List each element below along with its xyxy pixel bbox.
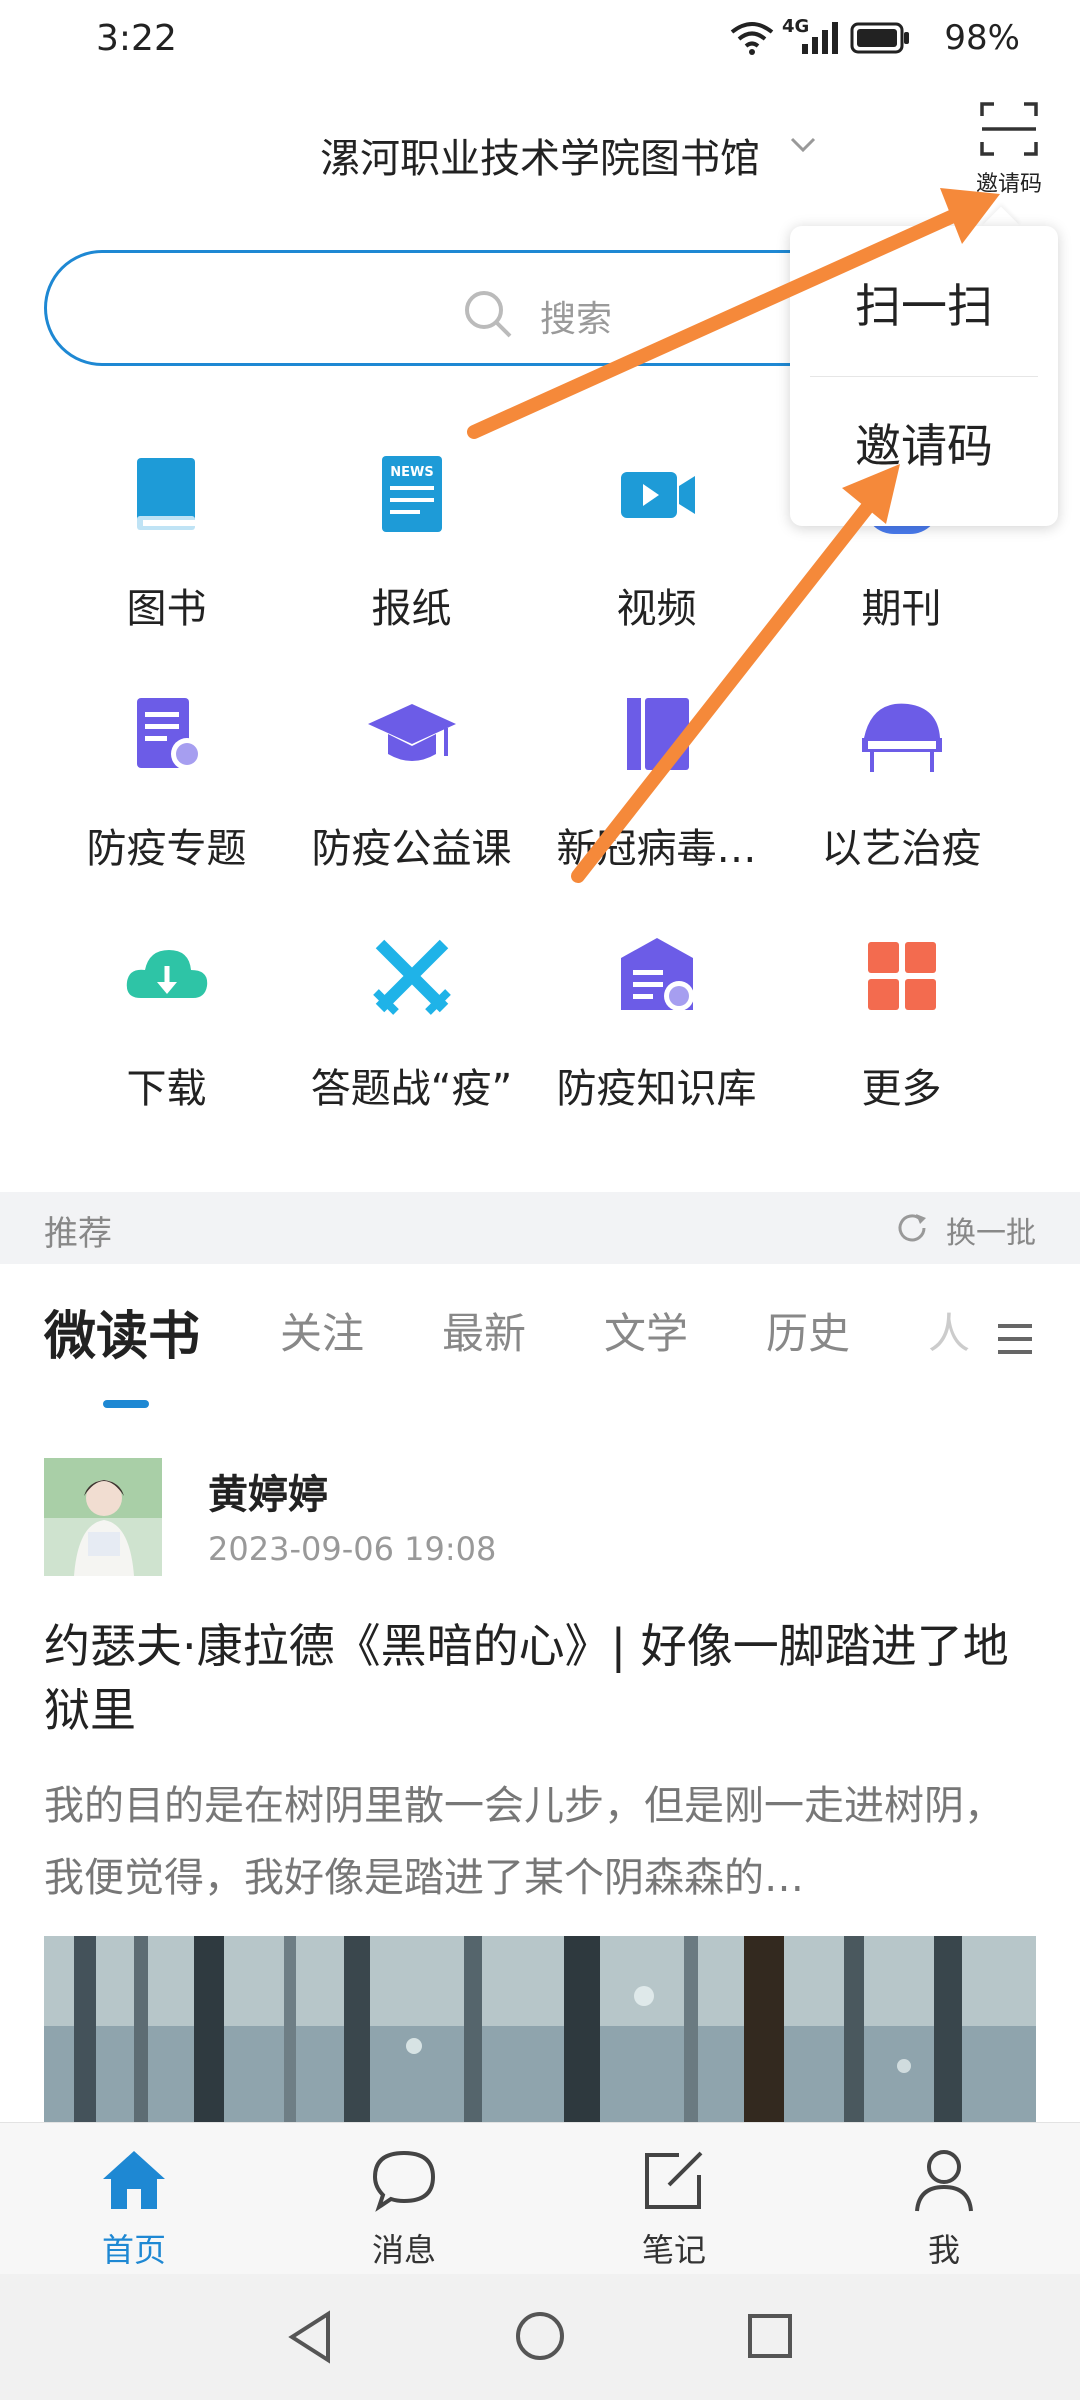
grid-item-art-fight[interactable]: 以艺治疫 (779, 686, 1024, 874)
grid-label: 期刊 (861, 586, 942, 632)
knowledge-base-icon (620, 938, 694, 1011)
piano-icon (861, 703, 942, 772)
nav-notes[interactable]: 笔记 (594, 2145, 754, 2271)
tab-literature[interactable]: 文学 (604, 1300, 688, 1361)
signal-icon (802, 22, 838, 54)
graduation-cap-icon (367, 704, 456, 761)
bottom-nav: 首页 消息 笔记 我 (0, 2122, 1080, 2275)
grid-item-covid-virus[interactable]: 新冠病毒… (534, 686, 779, 874)
search-icon (465, 291, 512, 338)
nav-label: 笔记 (641, 2231, 706, 2269)
menu-icon[interactable] (994, 1318, 1036, 1360)
battery-percent: 98% (944, 18, 1020, 58)
grid-label: 视频 (616, 586, 697, 632)
grid-item-books[interactable]: 图书 (44, 446, 289, 634)
status-bar: 3:22 4G 98% (0, 0, 1080, 80)
more-grid-icon (867, 942, 936, 1010)
category-tabs: 微读书 关注 最新 文学 历史 人 (0, 1290, 1080, 1390)
status-time: 3:22 (96, 18, 177, 59)
grid-item-more[interactable]: 更多 (779, 926, 1024, 1114)
system-nav-bar (0, 2274, 1080, 2400)
scan-button[interactable]: 邀请码 (970, 96, 1048, 197)
post-title[interactable]: 约瑟夫·康拉德《黑暗的心》| 好像一脚踏进了地狱里 (44, 1614, 1034, 1742)
post-cover-image[interactable] (44, 1936, 1036, 2122)
nav-label: 首页 (101, 2231, 166, 2269)
refresh-batch-button[interactable]: 换一批 (946, 1208, 1036, 1252)
nav-messages[interactable]: 消息 (324, 2145, 484, 2271)
recommend-bar: 推荐 换一批 (0, 1192, 1080, 1264)
post-excerpt[interactable]: 我的目的是在树阴里散一会儿步，但是刚一走进树阴，我便觉得，我好像是踏进了某个阴森… (44, 1770, 1034, 1914)
tab-follow[interactable]: 关注 (280, 1300, 364, 1361)
refresh-icon[interactable] (894, 1210, 930, 1246)
grid-label: 防疫知识库 (556, 1066, 757, 1112)
popup-menu: 扫一扫 邀请码 (790, 226, 1058, 526)
grid-item-knowledge-base[interactable]: 防疫知识库 (534, 926, 779, 1114)
recommend-title: 推荐 (44, 1214, 112, 1254)
post-time: 2023-09-06 19:08 (208, 1530, 497, 1568)
back-icon[interactable] (286, 2310, 334, 2364)
search-placeholder: 搜索 (540, 299, 613, 340)
profile-icon (915, 2150, 973, 2212)
home-icon (103, 2151, 165, 2209)
nav-home[interactable]: 首页 (54, 2145, 214, 2271)
battery-icon (850, 22, 909, 54)
nav-label: 消息 (371, 2231, 436, 2269)
grid-label: 下载 (126, 1066, 207, 1112)
epidemic-topic-icon (136, 698, 203, 770)
note-icon (645, 2151, 703, 2209)
avatar[interactable] (44, 1458, 162, 1576)
grid-label: 答题战“疫” (310, 1066, 513, 1112)
grid-item-public-course[interactable]: 防疫公益课 (289, 686, 534, 874)
active-tab-indicator (103, 1400, 149, 1408)
tab-weidushu[interactable]: 微读书 (44, 1294, 200, 1369)
scan-frame-icon (980, 102, 1038, 156)
post-author[interactable]: 黄婷婷 (208, 1462, 328, 1520)
menu-item-scan[interactable]: 扫一扫 (790, 236, 1058, 376)
cloud-download-icon (126, 950, 207, 998)
svg-text:NEWS: NEWS (390, 465, 433, 480)
tab-partial[interactable]: 人 (928, 1300, 970, 1361)
scan-button-label: 邀请码 (975, 172, 1042, 197)
grid-item-epidemic-topic[interactable]: 防疫专题 (44, 686, 289, 874)
book-icon (136, 458, 195, 530)
grid-label: 报纸 (371, 586, 452, 632)
menu-item-invite-code[interactable]: 邀请码 (790, 376, 1058, 516)
grid-label: 新冠病毒… (556, 826, 757, 872)
grid-item-download[interactable]: 下载 (44, 926, 289, 1114)
grid-label: 防疫专题 (86, 826, 247, 872)
video-icon (620, 472, 695, 518)
tab-latest[interactable]: 最新 (442, 1300, 526, 1361)
recent-apps-icon[interactable] (746, 2312, 794, 2360)
grid-label: 图书 (126, 586, 207, 632)
crossed-swords-icon (372, 939, 451, 1015)
newspaper-icon: NEWS (381, 456, 442, 532)
nav-label: 我 (927, 2231, 960, 2269)
grid-label: 更多 (861, 1066, 942, 1112)
tab-history[interactable]: 历史 (766, 1300, 850, 1361)
chevron-down-icon[interactable] (788, 130, 818, 160)
grid-label: 防疫公益课 (311, 826, 512, 872)
grid-item-newspaper[interactable]: NEWS 报纸 (289, 446, 534, 634)
grid-item-video[interactable]: 视频 (534, 446, 779, 634)
home-circle-icon[interactable] (514, 2310, 566, 2362)
virus-book-icon (626, 698, 689, 770)
feature-grid: 图书 NEWS 报纸 视频 期刊 防疫专题 防疫公益课 新冠病毒… 以艺治疫 下… (44, 446, 1036, 1126)
wifi-icon (730, 22, 774, 55)
nav-profile[interactable]: 我 (864, 2145, 1024, 2271)
library-name[interactable]: 漯河职业技术学院图书馆 (0, 126, 1080, 184)
grid-label: 以艺治疫 (821, 826, 982, 872)
grid-item-quiz[interactable]: 答题战“疫” (289, 926, 534, 1114)
message-icon (372, 2150, 436, 2212)
